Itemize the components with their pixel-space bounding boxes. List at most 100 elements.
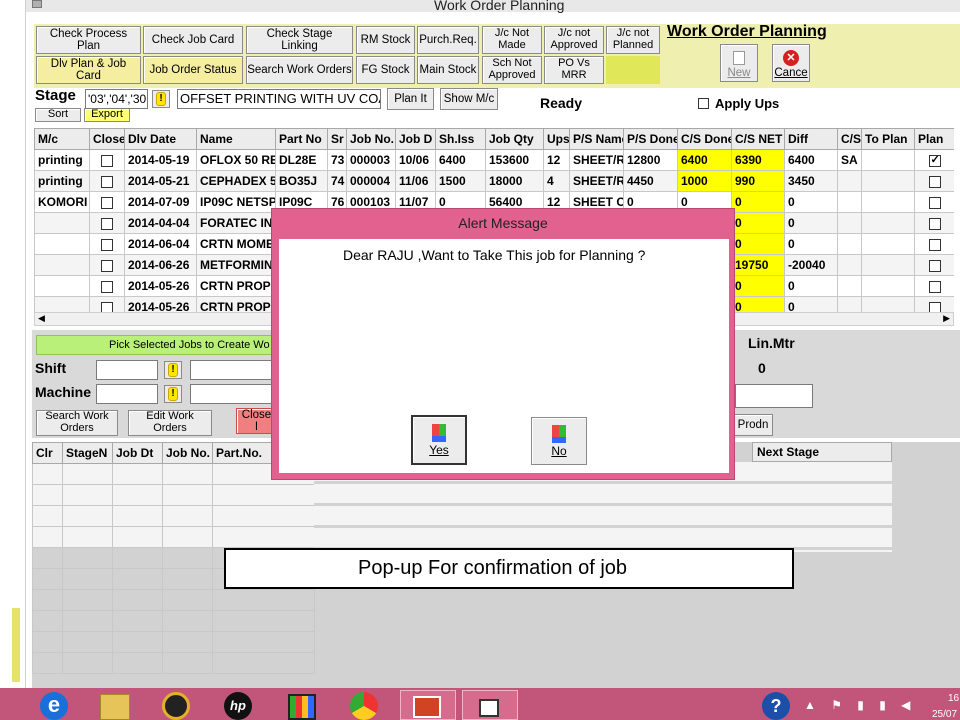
table-row[interactable] (32, 484, 315, 506)
close-checkbox[interactable] (101, 154, 113, 167)
table-row[interactable] (32, 526, 315, 548)
purch-req-button[interactable]: Purch.Req. (417, 26, 479, 54)
main-stock-button[interactable]: Main Stock (417, 56, 479, 84)
cancel-button[interactable]: ✕ Cance (772, 44, 810, 82)
scroll-left-icon[interactable]: ◀ (38, 313, 45, 324)
check-job-card-button[interactable]: Check Job Card (143, 26, 243, 54)
lower-grid-header-cell[interactable]: Clr (32, 442, 63, 464)
sch-not-approved-button[interactable]: Sch Not Approved (482, 56, 542, 84)
table-row[interactable]: printing 2014-05-19 OFLOX 50 RE DL28E 73 0000… (34, 149, 954, 171)
grid-header-cell[interactable]: Sh.Iss (435, 128, 486, 150)
machine-input[interactable] (96, 384, 158, 404)
edit-work-orders-button[interactable]: Edit Work Orders (128, 410, 212, 436)
no-button[interactable]: No (531, 417, 587, 465)
grid-header-cell[interactable]: Job D (395, 128, 436, 150)
media-player-icon[interactable] (162, 692, 190, 720)
close-checkbox[interactable] (101, 301, 113, 312)
plan-checkbox[interactable] (928, 153, 941, 167)
close-checkbox[interactable] (101, 259, 113, 272)
grid-header-cell[interactable]: Name (196, 128, 276, 150)
help-icon[interactable]: ? (762, 692, 790, 720)
search-work-orders-lower-button[interactable]: Search Work Orders (36, 410, 118, 436)
sort-button[interactable]: Sort (35, 108, 81, 122)
job-order-status-button[interactable]: Job Order Status (143, 56, 243, 84)
dlv-plan-job-card-button[interactable]: Dlv Plan & Job Card (36, 56, 141, 84)
lower-right-input[interactable] (735, 384, 813, 408)
grid-header-cell[interactable]: Sr (327, 128, 347, 150)
stage-value-input[interactable]: '03','04','30 (85, 89, 148, 109)
lower-grid-header-cell[interactable]: Job No. (162, 442, 213, 464)
rm-stock-button[interactable]: RM Stock (356, 26, 415, 54)
table-row[interactable]: printing 2014-05-21 CEPHADEX 5 BO35J 74 00000… (34, 170, 954, 192)
plan-checkbox[interactable] (928, 238, 941, 251)
close-cell (89, 254, 125, 276)
plan-checkbox[interactable] (928, 217, 941, 230)
process-name-input[interactable]: OFFSET PRINTING WITH UV COAT (177, 89, 381, 109)
puzzle-app-icon[interactable] (288, 694, 316, 720)
grid-header-cell[interactable]: P/S Name (569, 128, 624, 150)
close-checkbox[interactable] (101, 175, 113, 188)
stage-warning-button[interactable]: ! (152, 90, 170, 108)
table-row[interactable] (32, 631, 315, 653)
grid-header-cell[interactable]: Job Qty (485, 128, 544, 150)
ie-browser-icon[interactable]: e (40, 692, 68, 720)
grid-header-cell[interactable]: Plan (914, 128, 954, 150)
powerpoint-taskbar-button[interactable] (400, 690, 456, 720)
close-checkbox[interactable] (101, 238, 113, 251)
machine-warning-button[interactable]: ! (164, 385, 182, 403)
close-button[interactable]: Close I (236, 408, 274, 434)
grid-header-cell[interactable]: Ups (543, 128, 570, 150)
grid-header-cell[interactable]: C/S Done (677, 128, 732, 150)
plan-checkbox[interactable] (928, 196, 941, 209)
plan-checkbox[interactable] (928, 301, 941, 312)
grid-header-cell[interactable]: Close (89, 128, 125, 150)
grid-header-cell[interactable]: Dlv Date (124, 128, 197, 150)
grid-header-cell[interactable]: Job No. (346, 128, 396, 150)
jc-not-approved-button[interactable]: J/c not Approved (544, 26, 604, 54)
shift-input[interactable] (96, 360, 158, 380)
check-process-plan-button[interactable]: Check Process Plan (36, 26, 141, 54)
jc-not-planned-button[interactable]: J/c not Planned (606, 26, 660, 54)
grid-header-cell[interactable]: Part No (275, 128, 328, 150)
shift-warning-button[interactable]: ! (164, 361, 182, 379)
scroll-right-icon[interactable]: ▶ (943, 313, 950, 324)
lower-grid-header-cell[interactable]: StageN (62, 442, 113, 464)
apply-ups-checkbox[interactable] (698, 98, 709, 109)
grid-header-cell[interactable]: C/S (837, 128, 862, 150)
window-taskbar-button[interactable] (462, 690, 518, 720)
hp-icon[interactable]: hp (224, 692, 252, 720)
search-work-orders-button[interactable]: Search Work Orders (246, 56, 353, 84)
file-explorer-icon[interactable] (100, 694, 130, 720)
export-button[interactable]: Export (84, 108, 130, 122)
table-row[interactable] (32, 652, 315, 674)
grid-header-cell[interactable]: P/S Done (623, 128, 678, 150)
prodn-button[interactable]: Prodn (733, 414, 773, 436)
table-row[interactable] (32, 610, 315, 632)
shift-description-input[interactable] (190, 360, 272, 380)
fg-stock-button[interactable]: FG Stock (356, 56, 415, 84)
check-stage-linking-button[interactable]: Check Stage Linking (246, 26, 353, 54)
pick-jobs-bar[interactable]: Pick Selected Jobs to Create Wo (36, 335, 276, 355)
grid-header-cell[interactable]: C/S NET (731, 128, 785, 150)
grid-header-cell[interactable]: Diff (784, 128, 838, 150)
machine-description-input[interactable] (190, 384, 272, 404)
close-checkbox[interactable] (101, 217, 113, 230)
new-button[interactable]: New (720, 44, 758, 82)
po-vs-mrr-button[interactable]: PO Vs MRR (544, 56, 604, 84)
plan-checkbox[interactable] (928, 259, 941, 272)
table-row[interactable] (32, 589, 315, 611)
plan-checkbox[interactable] (928, 175, 941, 188)
jc-not-made-button[interactable]: J/c Not Made (482, 26, 542, 54)
chrome-icon[interactable] (350, 692, 378, 720)
close-checkbox[interactable] (101, 196, 113, 209)
grid-cell-name: CRTN PROPO (196, 296, 276, 312)
plan-it-button[interactable]: Plan It (387, 88, 434, 110)
show-mc-button[interactable]: Show M/c (440, 88, 498, 110)
grid-header-cell[interactable]: M/c (34, 128, 90, 150)
plan-checkbox[interactable] (928, 280, 941, 293)
yes-button[interactable]: Yes (411, 415, 467, 465)
table-row[interactable] (32, 505, 315, 527)
grid-header-cell[interactable]: To Plan (861, 128, 915, 150)
lower-grid-header-cell[interactable]: Job Dt (112, 442, 163, 464)
close-checkbox[interactable] (101, 280, 113, 293)
